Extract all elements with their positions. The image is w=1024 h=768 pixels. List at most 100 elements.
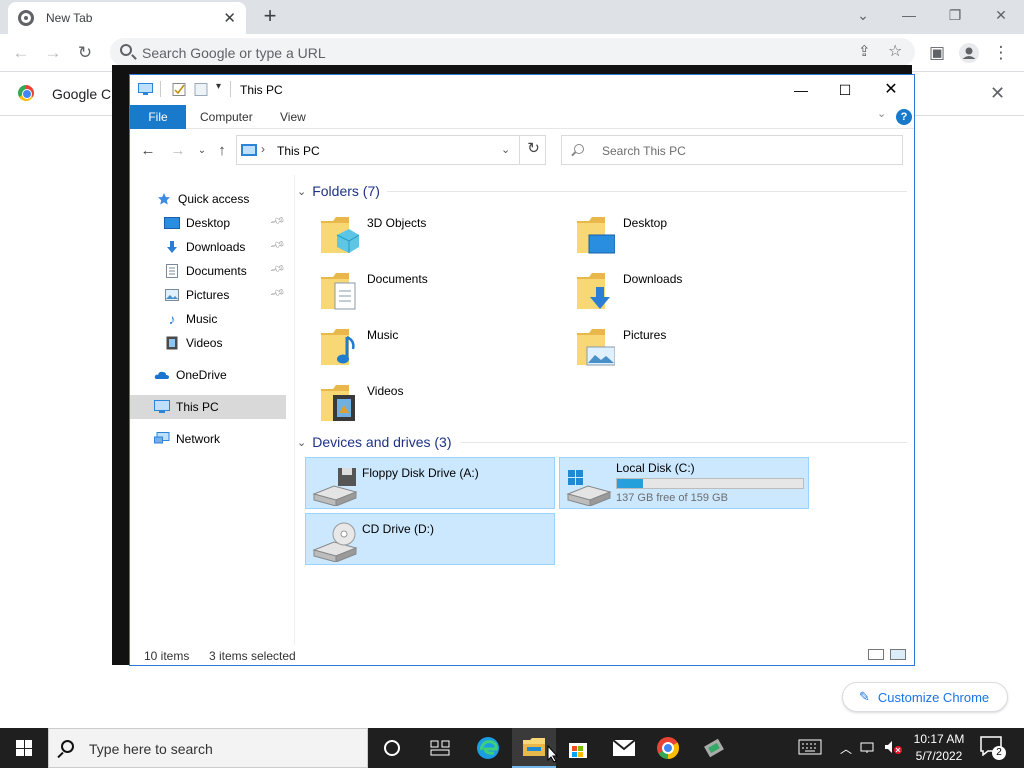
explorer-close-button[interactable]: ✕: [868, 79, 914, 101]
touch-keyboard-icon[interactable]: [798, 739, 822, 758]
search-this-pc-input[interactable]: Search This PC: [561, 135, 903, 165]
pin-icon[interactable]: 📌︎: [269, 286, 286, 302]
pin-icon[interactable]: 📌︎: [269, 238, 286, 254]
edge-browser-icon[interactable]: [466, 728, 510, 768]
folders-group-title: Folders (7): [312, 183, 380, 199]
sidebar-item-this-pc[interactable]: This PC: [130, 395, 286, 419]
folder-downloads[interactable]: Downloads: [567, 265, 817, 317]
tab-search-chevron-icon[interactable]: ⌄: [840, 4, 886, 28]
folder-name: Music: [367, 328, 399, 342]
address-dropdown-icon[interactable]: ⌄: [501, 143, 510, 156]
details-view-icon[interactable]: [868, 649, 884, 660]
drive-floppy-a[interactable]: Floppy Disk Drive (A:): [305, 457, 555, 509]
sidebar-item-label: Music: [186, 312, 218, 326]
new-tab-button[interactable]: +: [258, 4, 282, 28]
forward-arrow-icon[interactable]: →: [40, 40, 66, 66]
ribbon-tab-file[interactable]: File: [130, 105, 186, 129]
ribbon-tab-computer[interactable]: Computer: [186, 105, 267, 129]
large-icons-view-icon[interactable]: [890, 649, 906, 660]
show-hidden-icons-chevron-icon[interactable]: ︿: [840, 740, 852, 757]
microsoft-store-icon[interactable]: [556, 728, 600, 768]
info-bar-label: Google Ch: [52, 86, 119, 102]
folders-group-header[interactable]: ⌄ Folders (7): [297, 181, 380, 201]
sidebar-item-downloads[interactable]: Downloads 📌︎: [130, 235, 286, 259]
desktop-folder-icon: [577, 217, 615, 254]
back-arrow-icon[interactable]: ←: [8, 40, 34, 66]
chrome-tab-new-tab[interactable]: New Tab ✕: [8, 2, 246, 34]
folder-desktop[interactable]: Desktop: [567, 209, 817, 261]
drive-cd-d[interactable]: CD Drive (D:): [305, 513, 555, 565]
profile-avatar-icon[interactable]: [956, 40, 982, 66]
action-center-button[interactable]: 2: [980, 736, 1006, 760]
info-bar-close-icon[interactable]: ✕: [990, 83, 1005, 104]
drive-local-disk-c[interactable]: Local Disk (C:) 137 GB free of 159 GB: [559, 457, 809, 509]
documents-folder-icon: [321, 273, 356, 310]
chrome-restore-button[interactable]: ❐: [932, 4, 978, 28]
google-chrome-icon[interactable]: [646, 728, 690, 768]
breadcrumb-chevron-icon[interactable]: ›: [261, 142, 265, 156]
forward-icon[interactable]: →: [168, 141, 188, 161]
collapse-chevron-icon[interactable]: ⌄: [297, 436, 306, 449]
omnibox[interactable]: Search Google or type a URL ⇪ ☆: [110, 38, 915, 66]
folder-videos[interactable]: Videos: [311, 377, 561, 429]
side-panel-icon[interactable]: ▣: [924, 40, 950, 66]
chrome-menu-icon[interactable]: ⋮: [988, 40, 1014, 66]
customize-quick-access-icon[interactable]: ▾: [216, 81, 221, 92]
task-view-icon[interactable]: [418, 728, 462, 768]
address-bar[interactable]: › This PC ⌄ ↻: [236, 135, 546, 165]
ribbon-tabs: File Computer View ⌄ ?: [130, 105, 914, 129]
documents-icon: [164, 263, 180, 279]
help-icon[interactable]: ?: [896, 109, 912, 125]
collapse-chevron-icon[interactable]: ⌄: [297, 185, 306, 198]
sidebar-item-quick-access[interactable]: Quick access: [130, 187, 286, 211]
ribbon-tab-view[interactable]: View: [266, 105, 320, 129]
sidebar-item-network[interactable]: Network: [130, 427, 286, 451]
chrome-minimize-button[interactable]: —: [886, 4, 932, 28]
share-icon[interactable]: ⇪: [858, 42, 871, 60]
sidebar-item-desktop[interactable]: Desktop 📌︎: [130, 211, 286, 235]
3d-objects-folder-icon: [321, 217, 359, 253]
recent-locations-icon[interactable]: ⌄: [192, 141, 212, 161]
tab-close-icon[interactable]: ✕: [223, 9, 236, 27]
properties-icon[interactable]: [172, 83, 187, 96]
folder-music[interactable]: Music: [311, 321, 561, 373]
sidebar-item-label: Quick access: [178, 192, 250, 206]
app-pinned-icon[interactable]: [692, 728, 736, 768]
music-folder-icon: [321, 329, 355, 365]
breadcrumb-this-pc[interactable]: This PC: [277, 144, 320, 158]
pin-icon[interactable]: 📌︎: [269, 262, 286, 278]
pin-icon[interactable]: 📌︎: [269, 214, 286, 230]
folder-3d-objects[interactable]: 3D Objects: [311, 209, 561, 261]
sidebar-item-videos[interactable]: Videos: [130, 331, 286, 355]
titlebar-separator: [160, 81, 161, 97]
drives-group-header[interactable]: ⌄ Devices and drives (3): [297, 432, 452, 452]
taskbar-clock[interactable]: 10:17 AM 5/7/2022: [900, 731, 978, 765]
start-button[interactable]: [0, 728, 48, 768]
back-icon[interactable]: ←: [138, 141, 158, 161]
explorer-maximize-button[interactable]: ☐: [822, 79, 868, 101]
explorer-titlebar[interactable]: ▾ This PC — ☐ ✕: [130, 75, 914, 105]
reload-icon[interactable]: ↻: [72, 40, 98, 66]
customize-chrome-button[interactable]: ✎ Customize Chrome: [842, 682, 1008, 712]
this-pc-icon: [138, 83, 153, 95]
refresh-icon[interactable]: ↻: [519, 135, 547, 165]
up-arrow-icon[interactable]: ↑: [212, 141, 232, 161]
expand-ribbon-icon[interactable]: ⌄: [877, 107, 886, 120]
folder-pictures[interactable]: Pictures: [567, 321, 817, 373]
bookmark-star-icon[interactable]: ☆: [888, 41, 902, 61]
sidebar-item-music[interactable]: ♪ Music: [130, 307, 286, 331]
sidebar-item-documents[interactable]: Documents 📌︎: [130, 259, 286, 283]
sidebar-item-onedrive[interactable]: OneDrive: [130, 363, 286, 387]
new-folder-icon[interactable]: [194, 83, 209, 96]
taskbar-search-box[interactable]: Type here to search: [48, 728, 368, 768]
chrome-tabstrip: New Tab ✕ + ⌄ — ❐ ✕: [0, 0, 1024, 34]
omnibox-placeholder: Search Google or type a URL: [142, 45, 326, 61]
folder-documents[interactable]: Documents: [311, 265, 561, 317]
explorer-minimize-button[interactable]: —: [778, 79, 824, 101]
chrome-close-button[interactable]: ✕: [978, 4, 1024, 28]
cortana-icon[interactable]: [370, 728, 414, 768]
mail-icon[interactable]: [602, 728, 646, 768]
sidebar-item-pictures[interactable]: Pictures 📌︎: [130, 283, 286, 307]
music-icon: ♪: [168, 311, 176, 327]
network-status-icon[interactable]: [860, 740, 876, 757]
